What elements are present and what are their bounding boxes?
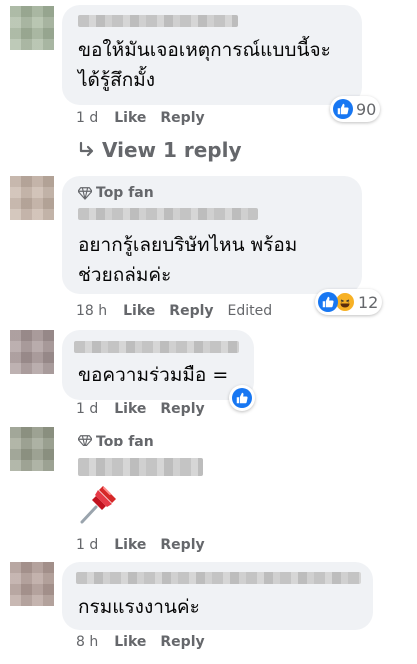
like-button[interactable]: Like <box>114 110 146 126</box>
timestamp[interactable]: 18 h <box>76 303 107 319</box>
reply-button[interactable]: Reply <box>160 537 204 553</box>
avatar[interactable] <box>10 427 54 471</box>
reaction-summary[interactable]: 12 <box>315 289 383 315</box>
avatar[interactable] <box>10 562 54 606</box>
comment-bubble: ขอให้มันเจอเหตุการณ์แบบนี้จะ ได้รู้สึกมั… <box>62 5 362 105</box>
diamond-icon <box>78 187 92 200</box>
reaction-count: 90 <box>356 99 377 119</box>
author-name[interactable] <box>76 572 361 584</box>
reply-button[interactable]: Reply <box>160 110 204 126</box>
view-replies-link[interactable]: View 1 reply <box>78 138 242 162</box>
comment-bubble: ขอความร่วมมือ = <box>62 330 254 400</box>
top-fan-badge: Top fan <box>78 185 154 201</box>
reaction-summary[interactable] <box>229 385 255 411</box>
timestamp[interactable]: 1 d <box>76 401 98 417</box>
reply-button[interactable]: Reply <box>169 303 213 319</box>
haha-icon <box>335 292 355 312</box>
view-replies-label: View 1 reply <box>102 138 242 162</box>
author-name[interactable] <box>74 341 239 353</box>
like-icon <box>232 388 252 408</box>
comment-text: อยากรู้เลยบริษัทไหน พร้อม ช่วยถล่มค่ะ <box>78 234 298 286</box>
comment-text: กรมแรงงานค่ะ <box>78 596 200 618</box>
author-name[interactable] <box>78 208 258 220</box>
avatar[interactable] <box>10 330 54 374</box>
like-button[interactable]: Like <box>114 537 146 553</box>
like-button[interactable]: Like <box>123 303 155 319</box>
comment-actions: 8 h Like Reply <box>76 634 205 650</box>
comment-actions: 1 d Like Reply <box>76 401 205 417</box>
like-button[interactable]: Like <box>114 634 146 650</box>
author-name[interactable] <box>78 15 238 27</box>
badge-label: Top fan <box>96 434 154 446</box>
pushpin-icon <box>80 486 116 524</box>
comment-text: ขอให้มันเจอเหตุการณ์แบบนี้จะ ได้รู้สึกมั… <box>78 39 331 91</box>
author-name[interactable] <box>78 458 203 476</box>
badge-label: Top fan <box>96 185 154 201</box>
comment-text: ขอความร่วมมือ = <box>78 364 229 386</box>
like-button[interactable]: Like <box>114 401 146 417</box>
comment-bubble: กรมแรงงานค่ะ <box>62 562 373 630</box>
like-icon <box>333 99 353 119</box>
avatar[interactable] <box>10 6 54 50</box>
timestamp[interactable]: 8 h <box>76 634 98 650</box>
like-icon <box>318 292 338 312</box>
top-fan-badge: Top fan <box>78 434 154 446</box>
comment-actions: 1 d Like Reply <box>76 537 205 553</box>
reply-button[interactable]: Reply <box>160 401 204 417</box>
avatar[interactable] <box>10 176 54 220</box>
comment-actions: 18 h Like Reply Edited <box>76 303 272 319</box>
comment-actions: 1 d Like Reply <box>76 110 205 126</box>
timestamp[interactable]: 1 d <box>76 110 98 126</box>
reply-button[interactable]: Reply <box>160 634 204 650</box>
reply-arrow-icon <box>79 141 94 157</box>
comment-bubble: Top fan อยากรู้เลยบริษัทไหน พร้อม ช่วยถล… <box>62 176 362 294</box>
edited-label: Edited <box>227 303 273 319</box>
reaction-count: 12 <box>358 292 379 312</box>
diamond-icon <box>78 435 92 446</box>
timestamp[interactable]: 1 d <box>76 537 98 553</box>
reaction-summary[interactable]: 90 <box>330 96 381 122</box>
